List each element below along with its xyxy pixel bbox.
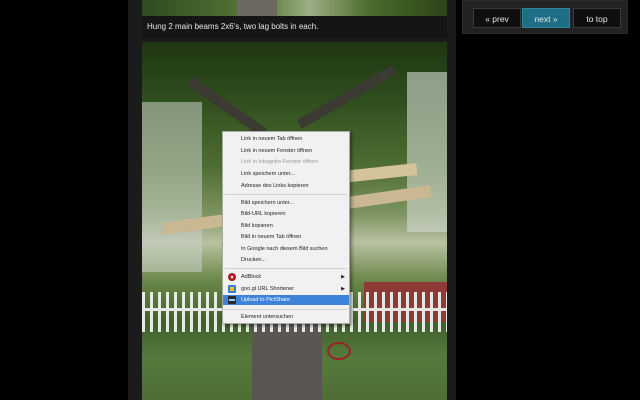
submenu-arrow-icon: ▶ (341, 274, 345, 280)
menu-item-adblock[interactable]: AdBlock ▶ (223, 272, 349, 282)
prev-button[interactable]: « prev (473, 8, 521, 28)
menu-separator (225, 194, 347, 195)
photo-branch (296, 65, 398, 129)
submenu-arrow-icon: ▶ (341, 286, 345, 292)
menu-item-open-link-new-window[interactable]: Link in neuem Fenster öffnen (223, 146, 349, 156)
photo-navigation: « prev next » to top (462, 0, 628, 34)
menu-item-label: AdBlock (241, 274, 262, 280)
menu-separator (225, 268, 347, 269)
menu-item-upload-pictshare[interactable]: Upload to PictShare (223, 295, 349, 305)
context-menu: Link in neuem Tab öffnen Link in neuem F… (222, 131, 350, 324)
menu-item-inspect-element[interactable]: Element untersuchen (223, 312, 349, 322)
to-top-button[interactable]: to top (573, 8, 621, 28)
menu-item-label: goo.gl URL Shortener (241, 286, 294, 292)
menu-separator (225, 309, 347, 310)
menu-item-open-link-new-tab[interactable]: Link in neuem Tab öffnen (223, 134, 349, 144)
menu-item-search-google-image[interactable]: In Google nach diesem Bild suchen (223, 244, 349, 254)
menu-item-copy-image-url[interactable]: Bild-URL kopieren (223, 209, 349, 219)
menu-item-open-link-incognito[interactable]: Link in Inkognito-Fenster öffnen (223, 157, 349, 167)
menu-item-copy-image[interactable]: Bild kopieren (223, 221, 349, 231)
photo-sky (407, 72, 447, 232)
adblock-icon (228, 273, 236, 281)
pictshare-icon (228, 296, 236, 304)
menu-item-print[interactable]: Drucken... (223, 255, 349, 265)
menu-item-copy-link-address[interactable]: Adresse des Links kopieren (223, 181, 349, 191)
menu-item-save-image-as[interactable]: Bild speichern unter... (223, 198, 349, 208)
photo-caption: Hung 2 main beams 2x6's, two lag bolts i… (142, 16, 447, 38)
menu-item-label: Upload to PictShare (241, 297, 290, 303)
photo-tree-trunk (237, 0, 277, 16)
menu-item-googl-shortener[interactable]: goo.gl URL Shortener ▶ (223, 284, 349, 294)
menu-item-save-link-as[interactable]: Link speichern unter... (223, 169, 349, 179)
photo-sky (142, 102, 202, 272)
menu-item-open-image-new-tab[interactable]: Bild in neuem Tab öffnen (223, 232, 349, 242)
photo-bike (327, 342, 351, 360)
googl-icon (228, 285, 236, 293)
next-button[interactable]: next » (522, 8, 570, 28)
previous-photo[interactable] (142, 0, 447, 16)
